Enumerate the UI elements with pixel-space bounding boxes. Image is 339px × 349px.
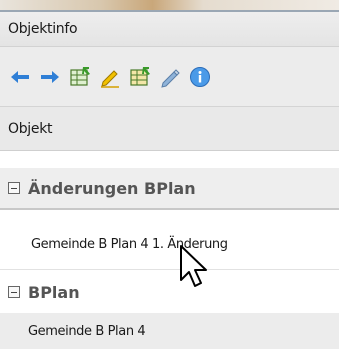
table-export-icon: [70, 66, 90, 86]
tree-item-label: Gemeinde B Plan 4: [28, 323, 146, 339]
back-button[interactable]: [8, 65, 32, 89]
tree-group-label: BPlan: [28, 282, 80, 302]
tree-item[interactable]: Gemeinde B Plan 4 1. Änderung: [0, 220, 339, 270]
column-header-label: Objekt: [8, 120, 53, 137]
collapse-icon[interactable]: [8, 286, 20, 298]
pencil-icon: [161, 68, 180, 88]
export-table-button-2[interactable]: [128, 65, 152, 89]
panel-title: Objektinfo: [0, 12, 339, 47]
divider: [0, 151, 339, 168]
tree-item[interactable]: Gemeinde B Plan 4: [0, 313, 339, 349]
column-header: Objekt: [0, 107, 339, 151]
export-table-button[interactable]: [68, 65, 92, 89]
arrow-left-icon: [11, 70, 29, 83]
table-export-icon-2: [130, 66, 150, 86]
tree-group-aenderungen-bplan[interactable]: Änderungen BPlan: [0, 168, 339, 210]
forward-button[interactable]: [38, 65, 62, 89]
toolbar: [0, 47, 339, 107]
tree-group-label: Änderungen BPlan: [28, 178, 196, 198]
tree-group-bplan[interactable]: BPlan: [0, 272, 339, 312]
edit-button[interactable]: [158, 65, 182, 89]
info-button[interactable]: [188, 65, 212, 89]
edit-geometry-button[interactable]: [98, 65, 122, 89]
pencil-yellow-icon: [101, 69, 119, 88]
arrow-right-icon: [41, 70, 59, 83]
collapse-icon[interactable]: [8, 182, 20, 194]
info-icon: [190, 66, 210, 87]
window-top-strip: [0, 0, 339, 12]
mouse-cursor-icon: [180, 245, 207, 287]
panel-title-text: Objektinfo: [8, 21, 78, 37]
